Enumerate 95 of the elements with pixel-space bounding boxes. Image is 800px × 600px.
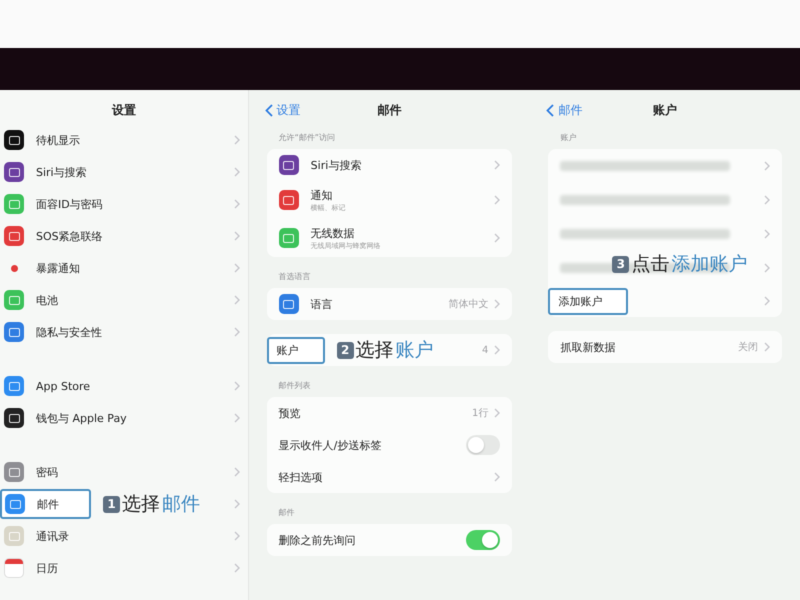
chevron-icon xyxy=(494,472,500,482)
row-label[interactable]: 暴露通知 xyxy=(36,260,80,276)
row-label[interactable]: SOS紧急联络 xyxy=(36,228,103,244)
chevron-icon xyxy=(494,408,500,418)
section-header: 账户 xyxy=(560,132,578,143)
chevron-icon xyxy=(234,413,240,423)
row-label[interactable]: 通知 xyxy=(310,188,346,202)
app-icon xyxy=(4,194,24,214)
app-icon xyxy=(278,190,299,210)
chevron-icon xyxy=(234,263,240,273)
step-target: 账户 xyxy=(396,338,434,363)
chevron-icon xyxy=(764,195,770,205)
row-value: 4 xyxy=(482,344,488,356)
step-target: 邮件 xyxy=(162,492,200,517)
calendar-icon xyxy=(4,558,24,578)
toggle-switch[interactable] xyxy=(466,530,500,550)
chevron-icon xyxy=(494,160,500,170)
back-chevron-icon xyxy=(264,104,273,116)
row-label[interactable]: App Store xyxy=(36,380,90,392)
app-icon xyxy=(5,494,25,514)
toggle-switch[interactable] xyxy=(466,435,500,455)
row-label[interactable]: 语言 xyxy=(310,296,333,312)
app-icon xyxy=(278,228,299,248)
page-title: 邮件 xyxy=(377,102,402,118)
chevron-icon xyxy=(234,327,240,337)
row-label[interactable]: 删除之前先询问 xyxy=(278,532,356,548)
app-icon xyxy=(4,290,24,310)
step-instruction: 点击 xyxy=(631,252,670,277)
step-target: 添加账户 xyxy=(671,252,748,277)
row-value: 关闭 xyxy=(738,340,758,354)
page-title: 设置 xyxy=(112,102,136,118)
chevron-icon xyxy=(234,231,240,241)
chevron-icon xyxy=(494,195,500,205)
row-label[interactable]: 无线数据 xyxy=(310,226,381,240)
row-value: 简体中文 xyxy=(448,298,488,311)
app-icon xyxy=(4,226,24,246)
row-label[interactable]: 预览 xyxy=(278,406,301,420)
row-label[interactable]: 添加账户 xyxy=(558,294,602,308)
row-label[interactable]: 隐私与安全性 xyxy=(36,324,102,340)
step-number-badge: 2 xyxy=(336,342,354,358)
row-label[interactable]: 抓取新数据 xyxy=(560,340,616,354)
row-label[interactable]: 密码 xyxy=(36,464,58,480)
row-label[interactable]: 显示收件人/抄送标签 xyxy=(278,438,382,452)
row-label[interactable]: 邮件 xyxy=(37,496,59,512)
chevron-icon xyxy=(234,381,240,391)
section-header: 允许“邮件”访问 xyxy=(278,132,336,143)
chevron-icon xyxy=(764,161,770,171)
back-chevron-icon xyxy=(546,104,554,116)
app-icon xyxy=(4,162,24,182)
chevron-icon xyxy=(494,345,500,355)
section-header: 邮件列表 xyxy=(278,380,312,391)
chevron-icon xyxy=(764,342,770,352)
row-label[interactable]: Siri与搜索 xyxy=(36,164,87,180)
app-icon xyxy=(4,462,24,482)
app-icon xyxy=(4,408,24,428)
chevron-icon xyxy=(234,531,240,541)
chevron-icon xyxy=(764,296,770,306)
row-label[interactable]: 账户 xyxy=(276,342,299,358)
row-label[interactable]: 钱包与 Apple Pay xyxy=(36,410,127,426)
row-label[interactable]: 电池 xyxy=(36,292,58,308)
row-label[interactable]: 待机显示 xyxy=(36,132,80,148)
back-label[interactable]: 设置 xyxy=(276,102,301,118)
app-icon xyxy=(278,294,299,314)
row-value: 1行 xyxy=(472,407,488,420)
chevron-icon xyxy=(234,467,240,477)
app-icon xyxy=(4,130,24,150)
back-label[interactable]: 邮件 xyxy=(558,102,582,118)
step-instruction: 选择 xyxy=(356,338,394,363)
row-label[interactable]: 轻扫选项 xyxy=(278,470,323,484)
page-title: 账户 xyxy=(653,102,678,118)
section-header: 首选语言 xyxy=(278,271,312,282)
chevron-icon xyxy=(234,295,240,305)
chevron-icon xyxy=(234,135,240,145)
row-label[interactable]: Siri与搜索 xyxy=(310,158,362,172)
row-label[interactable]: 通讯录 xyxy=(36,528,69,544)
app-icon xyxy=(278,155,299,175)
chevron-icon xyxy=(494,233,500,243)
chevron-icon xyxy=(764,229,770,239)
step-number-badge: 1 xyxy=(103,496,120,512)
chevron-icon xyxy=(234,199,240,209)
chevron-icon xyxy=(764,263,770,273)
chevron-icon xyxy=(494,299,500,309)
app-icon xyxy=(4,376,24,396)
app-icon xyxy=(4,526,24,546)
step-number-badge: 3 xyxy=(612,256,630,272)
row-label[interactable]: 日历 xyxy=(36,560,58,576)
chevron-icon xyxy=(234,167,240,177)
row-label[interactable]: 面容ID与密码 xyxy=(36,196,103,212)
section-header: 邮件 xyxy=(278,507,296,518)
app-icon xyxy=(4,322,24,342)
chevron-icon xyxy=(234,563,240,573)
chevron-icon xyxy=(234,499,240,509)
back-link[interactable]: 设置 xyxy=(264,102,301,118)
step-instruction: 选择 xyxy=(122,492,160,517)
back-link[interactable]: 邮件 xyxy=(546,102,582,118)
